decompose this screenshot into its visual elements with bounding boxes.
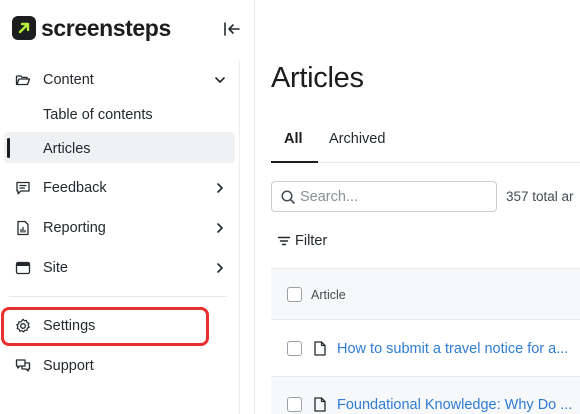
row-checkbox[interactable] — [287, 397, 302, 412]
chevron-right-icon — [217, 223, 223, 233]
select-all-checkbox[interactable] — [287, 287, 302, 302]
tab-archived[interactable]: Archived — [329, 131, 385, 147]
table-header: Article — [271, 269, 580, 320]
article-title-link[interactable]: Foundational Knowledge: Why Do ... — [337, 397, 572, 413]
document-icon — [314, 341, 326, 356]
sidebar-item-label: Content — [43, 72, 94, 88]
collapse-left-icon — [224, 22, 240, 36]
filter-button[interactable]: Filter — [277, 232, 327, 250]
row-checkbox[interactable] — [287, 341, 302, 356]
filter-icon — [277, 236, 291, 246]
sidebar-divider — [9, 296, 227, 297]
message-square-icon — [16, 181, 30, 195]
sidebar-item-reporting[interactable]: Reporting — [0, 212, 238, 244]
sidebar-subitem-articles[interactable]: Articles — [43, 141, 91, 157]
sidebar-item-label: Reporting — [43, 220, 106, 236]
total-count: 357 total ar — [506, 189, 574, 204]
search-field[interactable] — [271, 181, 497, 212]
report-document-icon — [17, 220, 29, 236]
document-icon — [314, 397, 326, 412]
column-header-article[interactable]: Article — [311, 288, 346, 302]
brand-logo[interactable]: screensteps — [12, 14, 171, 42]
sidebar-item-label: Site — [43, 260, 68, 276]
sidebar: screensteps Content Table of contents Ar… — [0, 0, 255, 414]
article-title-link[interactable]: How to submit a travel notice for a... — [337, 341, 568, 357]
active-tab-underline — [271, 161, 318, 163]
sidebar-item-label: Feedback — [43, 180, 107, 196]
search-input[interactable] — [300, 187, 490, 207]
table-row[interactable]: How to submit a travel notice for a... — [271, 321, 580, 377]
chevron-right-icon — [217, 183, 223, 193]
brand-name: screensteps — [41, 14, 171, 41]
browser-window-icon — [15, 261, 31, 275]
tab-all[interactable]: All — [284, 131, 303, 147]
sidebar-item-support[interactable]: Support — [0, 350, 238, 382]
sidebar-item-site[interactable]: Site — [0, 252, 238, 284]
sidebar-scrollbar[interactable] — [239, 60, 240, 414]
sidebar-item-feedback[interactable]: Feedback — [0, 172, 238, 204]
main-content: Articles All Archived 357 total ar Filte… — [255, 0, 580, 414]
chevron-right-icon — [217, 263, 223, 273]
sidebar-item-label: Support — [43, 358, 94, 374]
settings-highlight-ring — [1, 307, 209, 346]
chevron-down-icon — [215, 77, 225, 83]
active-item-indicator — [7, 138, 10, 158]
filter-label: Filter — [295, 233, 328, 249]
active-item-highlight — [4, 132, 235, 163]
folder-open-icon — [15, 75, 31, 86]
search-icon — [281, 190, 295, 204]
support-chat-icon — [15, 359, 31, 372]
table-row[interactable]: Foundational Knowledge: Why Do ... — [271, 377, 580, 414]
screensteps-logo-icon — [12, 16, 36, 40]
sidebar-item-content[interactable]: Content — [0, 64, 238, 96]
collapse-sidebar-button[interactable] — [221, 18, 243, 40]
sidebar-subitem-table-of-contents[interactable]: Table of contents — [43, 107, 153, 123]
page-title: Articles — [271, 62, 364, 94]
